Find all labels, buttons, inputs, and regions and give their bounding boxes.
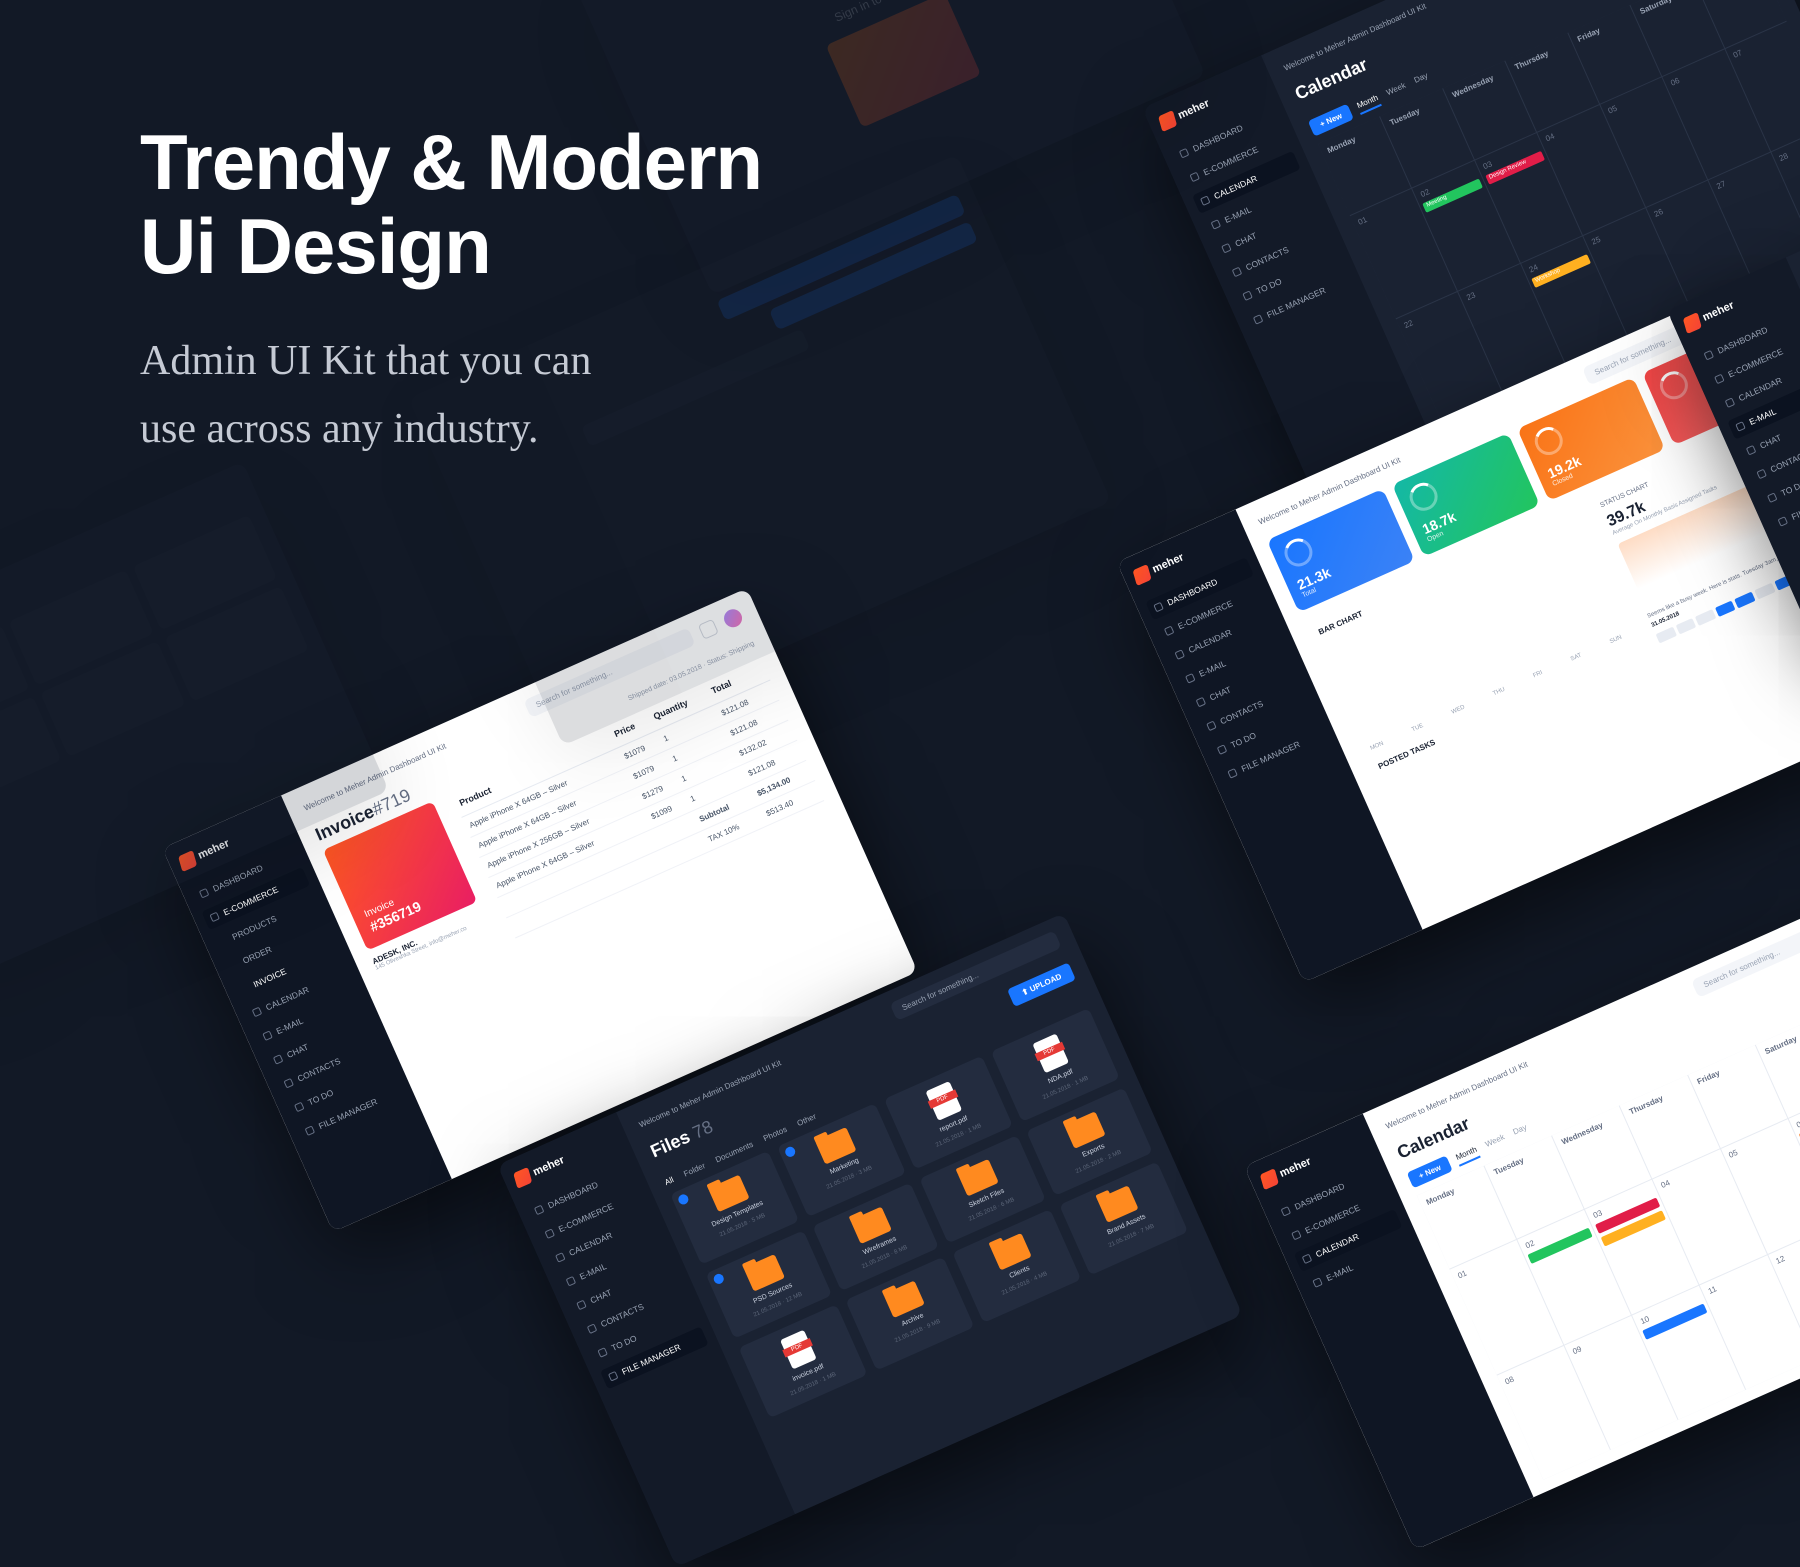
check-icon: [712, 1272, 725, 1285]
hero-subtitle: Admin UI Kit that you can use across any…: [140, 328, 762, 462]
event[interactable]: Workshop: [1531, 254, 1591, 288]
check-icon: [677, 1193, 690, 1206]
event[interactable]: Meeting: [1423, 179, 1483, 213]
check-icon: [784, 1145, 797, 1158]
event[interactable]: Design Review: [1485, 151, 1545, 185]
hero-copy: Trendy & Modern Ui Design Admin UI Kit t…: [140, 120, 762, 463]
screen-calendar-light: meher DASHBOARD E-COMMERCE CALENDAR E-MA…: [1244, 890, 1800, 1550]
pdf-icon: [1032, 1034, 1069, 1074]
hero-title: Trendy & Modern Ui Design: [140, 120, 762, 288]
pdf-icon: [780, 1330, 817, 1370]
pdf-icon: [925, 1081, 962, 1121]
